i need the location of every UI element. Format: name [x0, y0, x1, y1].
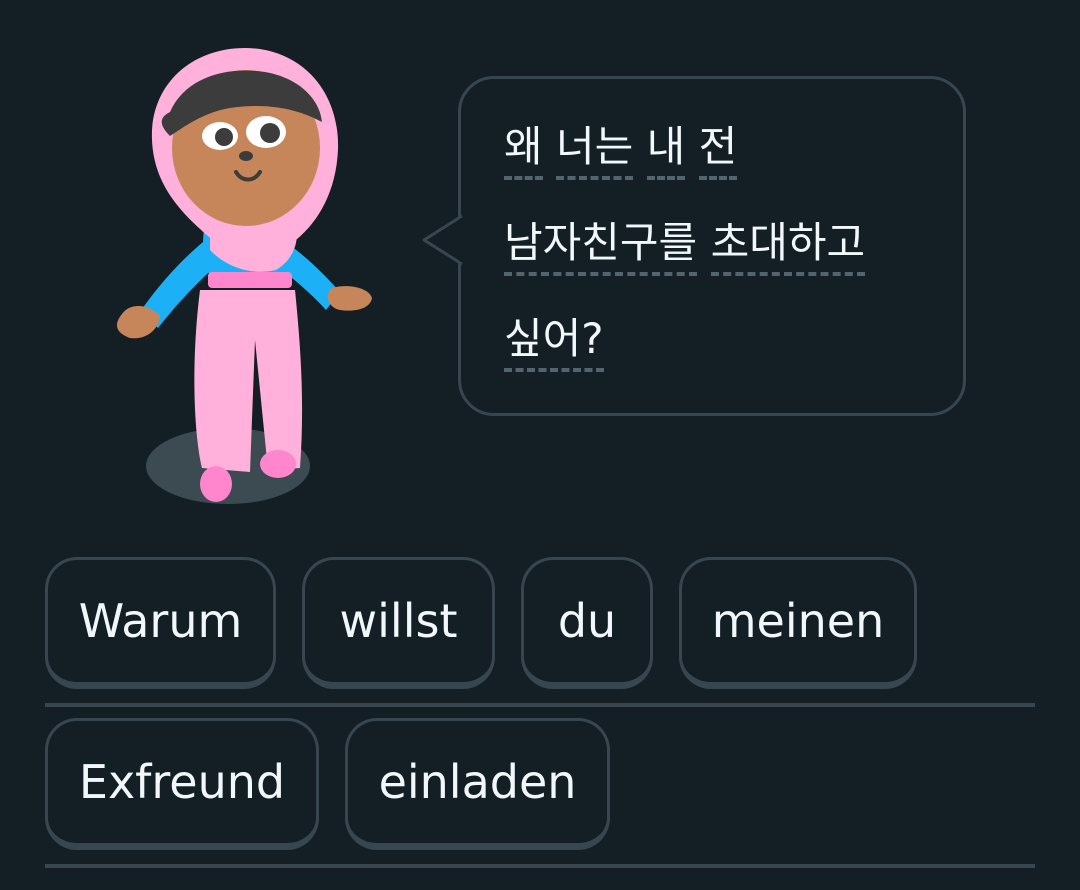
- prompt-word[interactable]: 초대하고: [710, 218, 866, 276]
- word-chip-exfreund[interactable]: Exfreund: [45, 718, 319, 850]
- word-chip-du[interactable]: du: [521, 557, 653, 689]
- word-chip-willst[interactable]: willst: [302, 557, 495, 689]
- prompt-word[interactable]: 전: [698, 122, 738, 180]
- speech-bubble-tail: [422, 214, 466, 266]
- character-illustration: [116, 48, 372, 504]
- prompt-word[interactable]: 왜: [504, 122, 543, 180]
- prompt-word[interactable]: 남자친구를: [504, 218, 698, 276]
- prompt-word[interactable]: 너는: [556, 122, 634, 180]
- answer-line-1: [45, 703, 1035, 707]
- answer-line-2: [45, 864, 1035, 868]
- word-chip-warum[interactable]: Warum: [45, 557, 276, 689]
- prompt-line-1: 왜 너는 내 전: [504, 122, 738, 180]
- prompt-word[interactable]: 싶어?: [504, 314, 604, 372]
- prompt-word[interactable]: 내: [646, 122, 686, 180]
- prompt-line-3: 싶어?: [504, 314, 604, 372]
- word-chip-meinen[interactable]: meinen: [679, 557, 917, 689]
- word-chip-einladen[interactable]: einladen: [345, 718, 610, 850]
- prompt-line-2: 남자친구를 초대하고: [504, 218, 866, 276]
